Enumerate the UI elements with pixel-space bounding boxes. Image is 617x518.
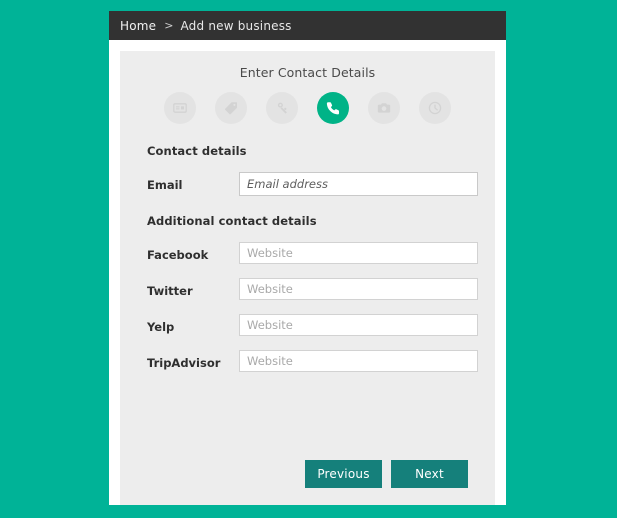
clock-icon (427, 100, 443, 116)
page-title: Enter Contact Details (239, 65, 376, 80)
field-row-yelp: Yelp (137, 314, 478, 337)
step-contact-details[interactable] (317, 92, 349, 124)
label-email: Email (147, 178, 183, 192)
label-facebook: Facebook (147, 248, 209, 262)
wizard-card: Home > Add new business Enter Contact De… (109, 11, 506, 505)
contact-details-heading: Contact details (147, 144, 247, 158)
step-business-details[interactable] (164, 92, 196, 124)
business-card-icon (172, 100, 188, 116)
step-opening-hours[interactable] (419, 92, 451, 124)
breadcrumb-current: Add new business (180, 18, 292, 33)
field-row-tripadvisor: TripAdvisor (137, 350, 478, 373)
wizard-navigation: Previous Next (120, 460, 495, 488)
step-photos[interactable] (368, 92, 400, 124)
breadcrumb-link-home[interactable]: Home (120, 19, 156, 33)
camera-icon (376, 100, 392, 116)
breadcrumb-separator-icon: > (164, 19, 174, 32)
wizard-step-indicator (120, 92, 495, 124)
form-panel: Enter Contact Details Contact details Em… (120, 51, 495, 505)
field-row-facebook: Facebook (137, 242, 478, 265)
label-twitter: Twitter (147, 284, 193, 298)
phone-icon (325, 100, 341, 116)
email-input[interactable] (239, 172, 478, 196)
previous-button[interactable]: Previous (305, 460, 382, 488)
label-yelp: Yelp (147, 320, 175, 334)
additional-contact-details-heading: Additional contact details (147, 214, 317, 228)
person-pin-icon (274, 100, 290, 116)
field-row-email: Email (137, 172, 478, 196)
breadcrumb: Home > Add new business (109, 11, 506, 40)
field-row-twitter: Twitter (137, 278, 478, 301)
label-tripadvisor: TripAdvisor (147, 356, 221, 370)
tag-icon (223, 100, 239, 116)
step-location[interactable] (266, 92, 298, 124)
facebook-input[interactable] (239, 242, 478, 264)
step-categories[interactable] (215, 92, 247, 124)
contact-form: Contact details Email Additional contact… (120, 144, 495, 373)
twitter-input[interactable] (239, 278, 478, 300)
tripadvisor-input[interactable] (239, 350, 478, 372)
yelp-input[interactable] (239, 314, 478, 336)
next-button[interactable]: Next (391, 460, 468, 488)
